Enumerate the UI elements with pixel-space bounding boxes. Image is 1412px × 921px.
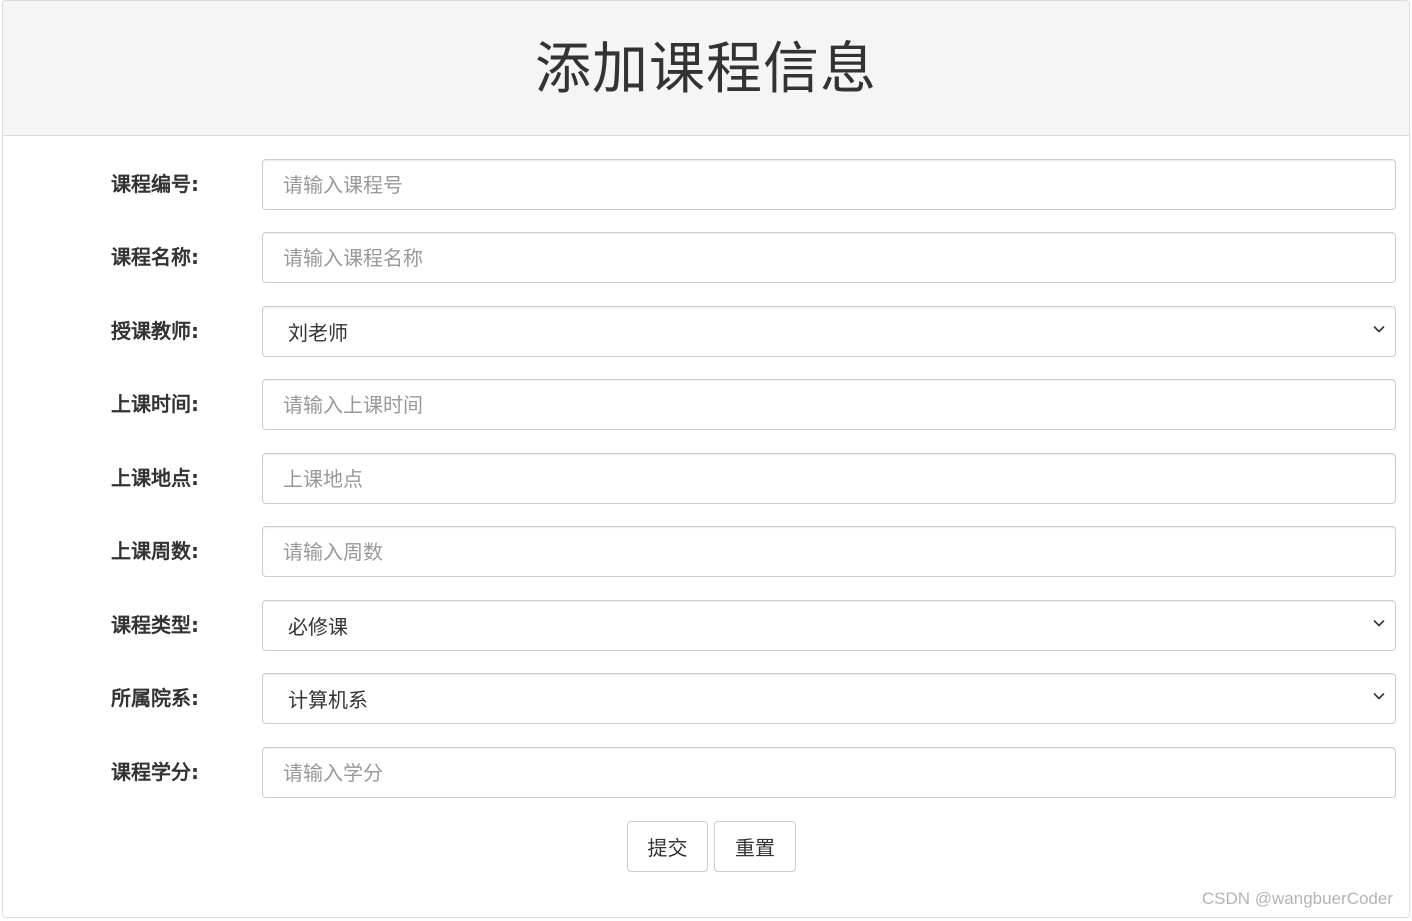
page-title: 添加课程信息 xyxy=(535,37,877,102)
class-location-input[interactable] xyxy=(262,453,1396,504)
course-type-select[interactable]: 必修课 xyxy=(262,600,1396,651)
teacher-label: 授课教师: xyxy=(111,319,199,343)
class-time-label: 上课时间: xyxy=(111,392,199,416)
teacher-select[interactable]: 刘老师 xyxy=(262,306,1396,357)
form-row-course-name: 课程名称: xyxy=(3,232,1409,283)
form-row-credits: 课程学分: xyxy=(3,747,1409,798)
page: 添加课程信息 课程编号: 课程名称: 授课教师: 刘老师 上课时间: xyxy=(0,0,1412,921)
course-type-label: 课程类型: xyxy=(111,613,199,637)
form-row-department: 所属院系: 计算机系 xyxy=(3,673,1409,724)
course-type-select-value: 必修课 xyxy=(288,615,348,639)
chevron-down-icon xyxy=(1373,692,1385,699)
panel-heading: 添加课程信息 xyxy=(3,1,1409,136)
chevron-down-icon xyxy=(1373,325,1385,332)
class-location-label: 上课地点: xyxy=(111,466,199,490)
watermark: CSDN @wangbuerCoder xyxy=(1201,889,1393,908)
weeks-input[interactable] xyxy=(262,526,1396,577)
weeks-label: 上课周数: xyxy=(111,539,199,563)
department-label: 所属院系: xyxy=(111,686,199,710)
chevron-down-icon xyxy=(1373,619,1385,626)
form-row-class-time: 上课时间: xyxy=(3,379,1409,430)
form-row-teacher: 授课教师: 刘老师 xyxy=(3,306,1409,357)
course-name-label: 课程名称: xyxy=(111,245,199,269)
department-select-value: 计算机系 xyxy=(288,688,368,712)
course-id-input[interactable] xyxy=(262,159,1396,210)
form-row-weeks: 上课周数: xyxy=(3,526,1409,577)
credits-label: 课程学分: xyxy=(111,760,199,784)
course-form-panel: 添加课程信息 课程编号: 课程名称: 授课教师: 刘老师 上课时间: xyxy=(2,0,1410,918)
credits-input[interactable] xyxy=(262,747,1396,798)
form-row-course-type: 课程类型: 必修课 xyxy=(3,600,1409,651)
course-name-input[interactable] xyxy=(262,232,1396,283)
course-id-label: 课程编号: xyxy=(111,172,199,196)
reset-button[interactable]: 重置 xyxy=(714,821,796,872)
form-row-course-id: 课程编号: xyxy=(3,159,1409,210)
class-time-input[interactable] xyxy=(262,379,1396,430)
form-row-class-location: 上课地点: xyxy=(3,453,1409,504)
teacher-select-value: 刘老师 xyxy=(288,321,348,345)
department-select[interactable]: 计算机系 xyxy=(262,673,1396,724)
form-actions: 提交 重置 xyxy=(3,821,1409,872)
submit-button[interactable]: 提交 xyxy=(627,821,708,872)
